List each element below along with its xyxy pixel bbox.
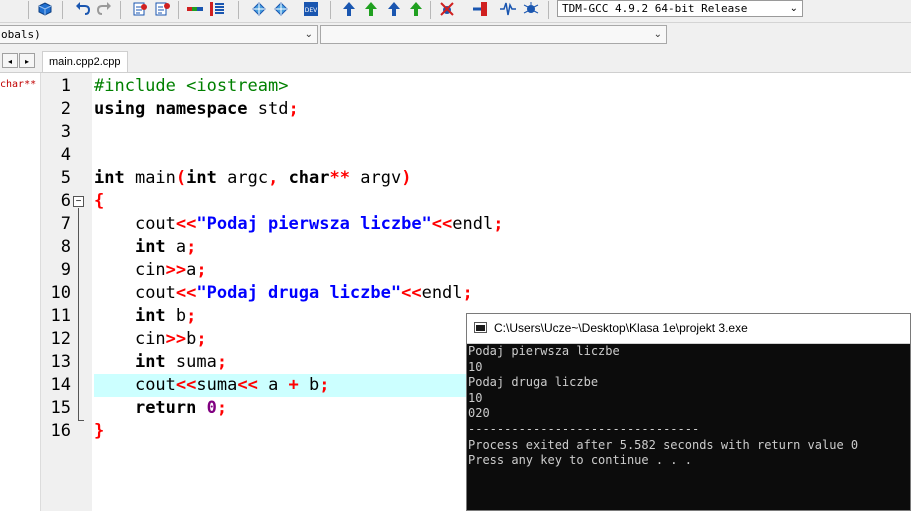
main-toolbar: DEV TDM-GCC 4.9.2 64-bit Release ⌄ [0,0,911,23]
toolbar-separator [330,1,331,19]
add-watch-icon[interactable] [472,1,488,17]
console-line: Press any key to continue . . . [468,453,692,468]
line-number: 9 [60,260,71,280]
up-arrow-icon[interactable] [386,1,402,17]
console-line: -------------------------------- [468,422,700,436]
redo-icon[interactable] [96,1,112,17]
code-text: #include <iostream> [94,76,289,96]
code-text: int suma; [134,352,228,372]
wave-icon[interactable] [500,1,516,17]
toolbar-separator [62,1,63,19]
toolbar-separator [238,1,239,19]
fold-toggle-icon[interactable]: − [73,196,84,207]
line-number: 7 [60,214,71,234]
tab-scroll-left-button[interactable]: ◂ [2,53,18,68]
code-line: 10 cout<<"Podaj druga liczbe"<<endl; [41,282,911,305]
line-number: 13 [50,352,71,372]
scope-select[interactable]: obals) ⌄ [0,25,318,44]
code-line: 9 cin>>a; [41,259,911,282]
svg-text:DEV: DEV [305,7,318,14]
color-bar-icon[interactable] [187,1,203,17]
code-text: int b; [134,306,197,326]
code-text: } [94,421,105,441]
console-title-bar[interactable]: C:\Users\Ucze~\Desktop\Klasa 1e\projekt … [467,314,910,344]
line-number: 3 [60,122,71,142]
toolbar-separator [178,1,179,19]
console-line: 10 [468,359,483,374]
scope-bar: obals) ⌄ ⌄ [0,23,670,45]
devpp-icon[interactable]: DEV [303,1,319,17]
debug-icon[interactable] [439,1,455,17]
up-arrow-icon[interactable] [408,1,424,17]
compiler-select-value: TDM-GCC 4.9.2 64-bit Release [562,2,748,15]
code-line: 4 [41,144,911,167]
chevron-down-icon: ⌄ [304,29,313,40]
console-line: Podaj druga liczbe [468,375,599,390]
line-number: 2 [60,99,71,119]
console-line: Process exited after 5.582 seconds with … [468,437,859,452]
code-text: int main(int argc, char** argv) [94,168,412,188]
code-text: cout<<"Podaj druga liczbe"<<endl; [134,283,473,303]
toolbar-separator [120,1,121,19]
tab-scroll-right-button[interactable]: ▸ [19,53,35,68]
tab-main-cpp[interactable]: main.cpp2.cpp [42,51,128,72]
code-line: 6 − { [41,190,911,213]
code-line: 7 cout<<"Podaj pierwsza liczbe"<<endl; [41,213,911,236]
list-icon[interactable] [209,1,225,17]
line-number: 14 [50,375,71,395]
code-text: int a; [134,237,197,257]
class-browser-panel: char** [0,73,41,511]
up-arrow-icon[interactable] [363,1,379,17]
console-title: C:\Users\Ucze~\Desktop\Klasa 1e\projekt … [494,321,748,335]
line-number: 4 [60,145,71,165]
code-line: 5 int main(int argc, char** argv) [41,167,911,190]
line-number: 6 [60,191,71,211]
up-arrow-icon[interactable] [341,1,357,17]
bug-icon[interactable] [523,1,539,17]
new-project-icon[interactable] [37,1,53,17]
code-line: 8 int a; [41,236,911,259]
toolbar-separator [28,1,29,19]
line-number: 15 [50,398,71,418]
code-text: return 0; [134,398,228,418]
console-line: 020 [468,406,490,421]
run-icon[interactable] [273,1,289,17]
code-text: cin>>b; [134,329,207,349]
line-number: 1 [60,76,71,96]
line-number: 12 [50,329,71,349]
compiler-select[interactable]: TDM-GCC 4.9.2 64-bit Release ⌄ [557,0,803,17]
chevron-down-icon: ⌄ [653,29,662,40]
code-text: cout<<"Podaj pierwsza liczbe"<<endl; [134,214,504,234]
chevron-down-icon: ⌄ [789,3,798,14]
editor-tabs: ◂ ▸ main.cpp2.cpp [0,50,911,73]
console-line: Podaj pierwsza liczbe [468,344,620,358]
console-app-icon [474,322,487,333]
code-text: cout<<suma<< a + b; [134,375,330,395]
class-find-icon[interactable] [133,1,149,17]
code-text: cin>>a; [134,260,207,280]
line-number: 16 [50,421,71,441]
class-list-icon[interactable] [155,1,171,17]
code-line: 2 using namespace std; [41,98,911,121]
line-number: 5 [60,168,71,188]
toolbar-separator [430,1,431,19]
undo-icon[interactable] [75,1,91,17]
compile-icon[interactable] [251,1,267,17]
scope-select-value: obals) [1,28,41,41]
toolbar-separator [548,1,549,19]
console-window[interactable]: C:\Users\Ucze~\Desktop\Klasa 1e\projekt … [466,313,911,511]
line-number: 11 [50,306,71,326]
console-line: 10 [468,390,483,405]
code-line: 3 [41,121,911,144]
code-line: 1 #include <iostream> [41,75,911,98]
line-number: 10 [50,283,71,303]
function-select[interactable]: ⌄ [320,25,667,44]
line-number: 8 [60,237,71,257]
code-text: { [94,191,105,211]
class-browser-item[interactable]: char** [0,79,36,90]
code-text: using namespace std; [94,99,299,119]
